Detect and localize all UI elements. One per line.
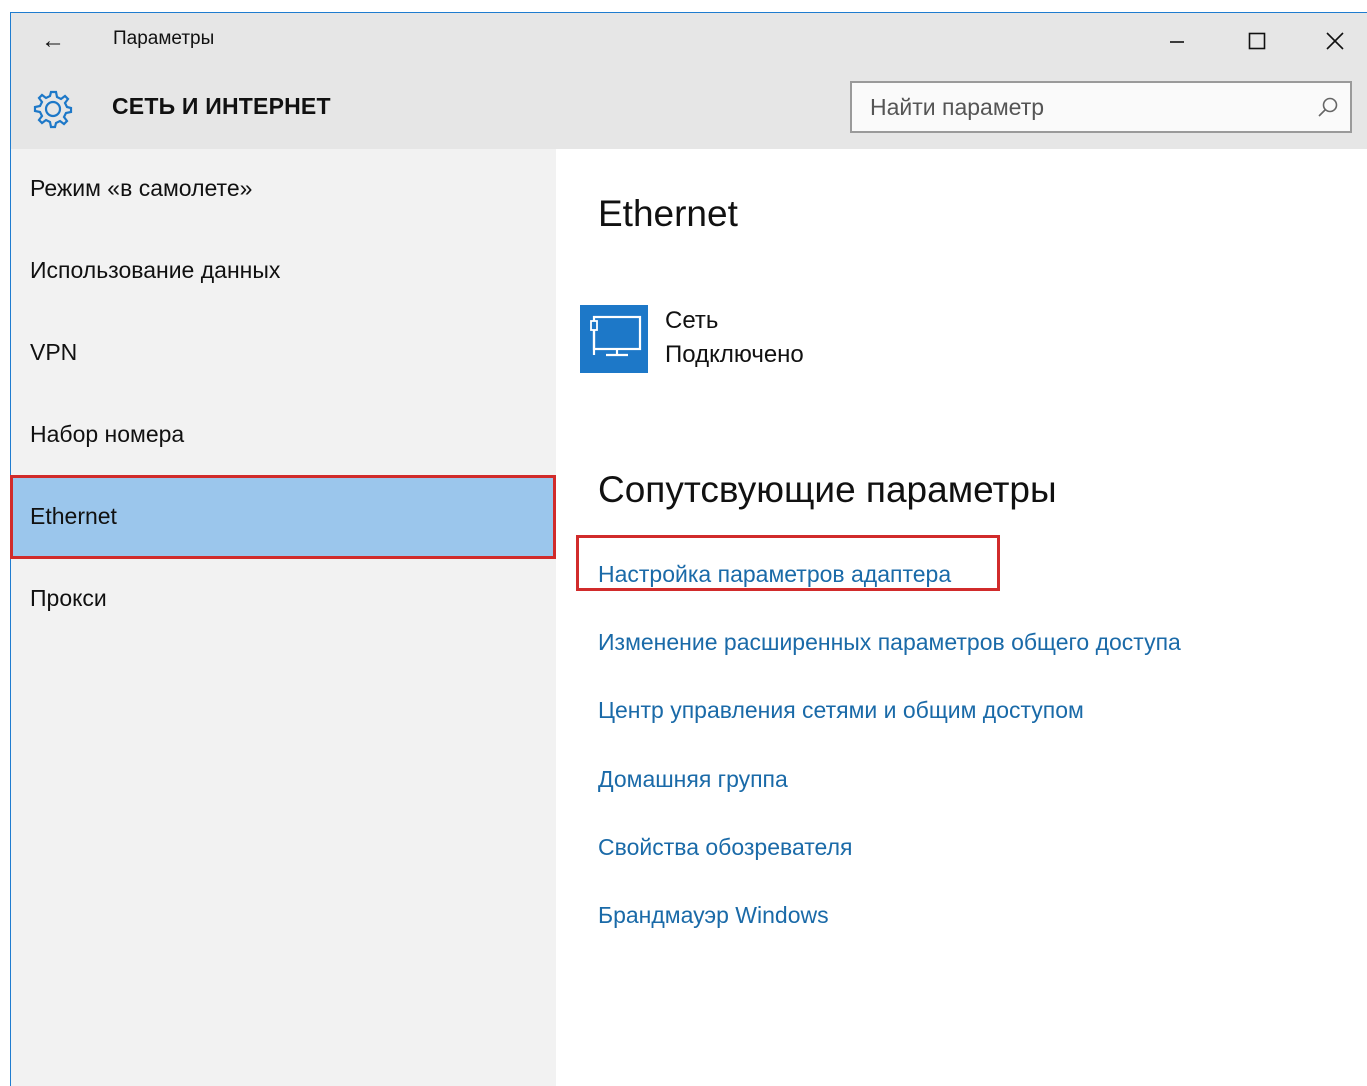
link-homegroup[interactable]: Домашняя группа xyxy=(598,766,788,793)
network-name[interactable]: Сеть xyxy=(665,307,718,335)
sidebar-item-dial-up[interactable]: Набор номера xyxy=(11,395,556,475)
sidebar: Режим «в самолете» Использование данных … xyxy=(11,149,556,1086)
main-content: Ethernet Сеть Подключено Сопутсвующие па… xyxy=(556,149,1367,1086)
close-icon xyxy=(1326,32,1344,50)
header-bar: ← Параметры СЕТЬ И ИНТЕРНЕТ Найти параме… xyxy=(11,13,1367,149)
sidebar-item-label: Режим «в самолете» xyxy=(30,175,253,201)
minimize-icon xyxy=(1170,41,1184,43)
sidebar-item-label: Прокси xyxy=(30,585,107,611)
ethernet-monitor-icon[interactable] xyxy=(580,305,648,373)
related-settings-title: Сопутсвующие параметры xyxy=(598,469,1057,510)
link-windows-firewall[interactable]: Брандмауэр Windows xyxy=(598,902,829,929)
page-title: Ethernet xyxy=(598,193,738,234)
monitor-icon xyxy=(590,315,642,357)
sidebar-item-airplane-mode[interactable]: Режим «в самолете» xyxy=(11,149,556,229)
sidebar-item-ethernet[interactable]: Ethernet xyxy=(11,477,556,557)
back-arrow-icon: ← xyxy=(41,27,65,54)
search-box[interactable] xyxy=(850,81,1352,133)
sidebar-item-label: Ethernet xyxy=(30,503,117,529)
sidebar-item-label: VPN xyxy=(30,339,78,365)
sidebar-item-label: Использование данных xyxy=(30,257,281,283)
search-input[interactable] xyxy=(852,83,1310,131)
maximize-icon xyxy=(1248,32,1266,50)
settings-window: ← Параметры СЕТЬ И ИНТЕРНЕТ Найти параме… xyxy=(10,12,1367,1086)
link-internet-options[interactable]: Свойства обозревателя xyxy=(598,834,852,861)
sidebar-item-label: Набор номера xyxy=(30,421,185,447)
sidebar-item-data-usage[interactable]: Использование данных xyxy=(11,231,556,311)
back-button[interactable]: ← xyxy=(31,21,75,61)
close-button[interactable] xyxy=(1305,21,1365,61)
link-advanced-sharing[interactable]: Изменение расширенных параметров общего … xyxy=(598,629,1181,656)
link-adapter-settings[interactable]: Настройка параметров адаптера xyxy=(598,561,951,588)
sidebar-item-proxy[interactable]: Прокси xyxy=(11,559,556,639)
minimize-button[interactable] xyxy=(1147,21,1207,61)
search-icon[interactable] xyxy=(1316,95,1340,119)
section-title: СЕТЬ И ИНТЕРНЕТ xyxy=(112,93,331,119)
app-title: Параметры xyxy=(113,28,215,49)
network-status: Подключено xyxy=(665,341,804,368)
sidebar-item-vpn[interactable]: VPN xyxy=(11,313,556,393)
link-network-center[interactable]: Центр управления сетями и общим доступом xyxy=(598,697,1084,724)
maximize-button[interactable] xyxy=(1227,21,1287,61)
gear-icon xyxy=(33,90,73,129)
